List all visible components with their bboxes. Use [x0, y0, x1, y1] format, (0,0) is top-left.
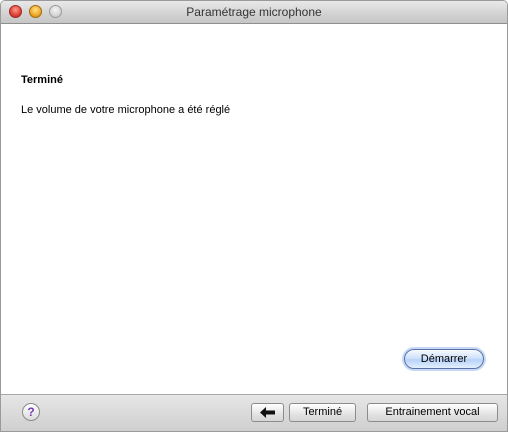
start-button[interactable]: Démarrer: [404, 349, 484, 369]
footer-bar: ? Terminé Entrainement vocal: [1, 394, 507, 431]
window-title: Paramétrage microphone: [186, 5, 322, 19]
section-heading: Terminé: [21, 74, 63, 86]
main-content: Terminé Le volume de votre microphone a …: [1, 24, 507, 395]
done-button[interactable]: Terminé: [289, 403, 356, 422]
title-bar[interactable]: Paramétrage microphone: [1, 1, 507, 24]
back-button[interactable]: [251, 403, 284, 422]
voice-training-button[interactable]: Entrainement vocal: [367, 403, 498, 422]
help-button[interactable]: ?: [22, 403, 40, 421]
window: Paramétrage microphone Terminé Le volume…: [0, 0, 508, 432]
status-message: Le volume de votre microphone a été régl…: [21, 104, 231, 116]
left-arrow-icon: [259, 407, 275, 418]
